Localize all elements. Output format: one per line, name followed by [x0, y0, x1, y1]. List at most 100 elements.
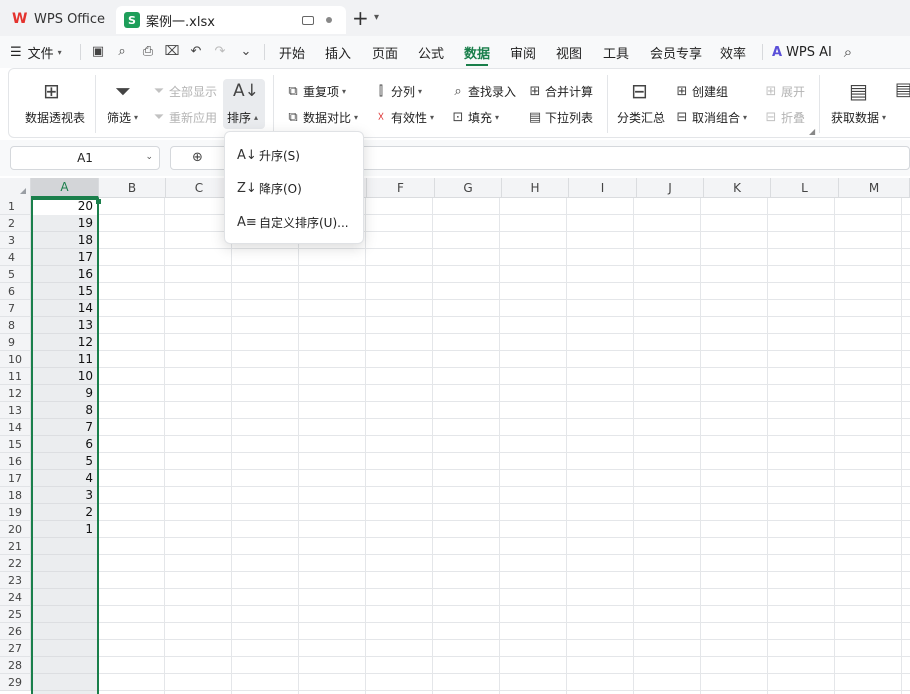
pivot-table-button[interactable]: 数据透视表: [25, 109, 85, 126]
row-header[interactable]: 6: [0, 283, 31, 300]
row-header[interactable]: 13: [0, 402, 31, 419]
tab-view[interactable]: 视图: [556, 36, 582, 68]
row-header[interactable]: 17: [0, 470, 31, 487]
tab-home[interactable]: 开始: [279, 36, 305, 68]
search-icon[interactable]: ⌕: [840, 44, 856, 60]
tab-insert[interactable]: 插入: [325, 36, 351, 68]
sort-button[interactable]: 排序 ▴: [227, 109, 258, 126]
select-all-corner[interactable]: [0, 178, 31, 198]
custom-sort-item[interactable]: A≡ 自定义排序(U)...: [225, 207, 365, 237]
new-tab-plus-icon[interactable]: +: [352, 8, 369, 28]
row-header[interactable]: 7: [0, 300, 31, 317]
row-header[interactable]: 20: [0, 521, 31, 538]
collapse-button[interactable]: ⊟ 折叠: [764, 109, 805, 126]
ungroup-button[interactable]: ⊟ 取消组合 ▾: [675, 109, 747, 126]
dialog-launcher-icon[interactable]: ◢: [809, 127, 815, 136]
column-header-c[interactable]: C: [166, 178, 233, 198]
tab-member[interactable]: 会员专享: [650, 36, 702, 68]
row-header[interactable]: 14: [0, 419, 31, 436]
row-header[interactable]: 19: [0, 504, 31, 521]
sort-icon[interactable]: A↓: [233, 81, 259, 101]
print-preview-icon[interactable]: ⌧: [164, 44, 180, 60]
row-header[interactable]: 25: [0, 606, 31, 623]
subtotal-button[interactable]: 分类汇总: [617, 109, 665, 126]
row-header[interactable]: 5: [0, 266, 31, 283]
tab-tools[interactable]: 工具: [603, 36, 629, 68]
fill-button[interactable]: ⊡ 填充 ▾: [451, 109, 499, 126]
get-data-icon[interactable]: ▤: [849, 79, 868, 103]
fill-handle[interactable]: [96, 199, 101, 204]
row-header[interactable]: 23: [0, 572, 31, 589]
file-menu[interactable]: ☰ 文件 ▾: [10, 36, 62, 68]
more-chevron-icon[interactable]: ⌄: [238, 44, 254, 60]
validity-button[interactable]: ☓ 有效性 ▾: [374, 109, 435, 126]
spreadsheet-grid[interactable]: A B C D E F G H I J K L M 12345678910111…: [0, 178, 910, 694]
row-header[interactable]: 10: [0, 351, 31, 368]
create-group-button[interactable]: ⊞ 创建组: [675, 83, 728, 100]
filter-icon[interactable]: ⏷: [115, 79, 131, 103]
column-header-m[interactable]: M: [839, 178, 910, 198]
file-tab[interactable]: S 案例一.xlsx: [116, 6, 346, 34]
column-header-k[interactable]: K: [704, 178, 771, 198]
column-header-l[interactable]: L: [771, 178, 839, 198]
row-header[interactable]: 9: [0, 334, 31, 351]
row-header[interactable]: 18: [0, 487, 31, 504]
show-all-button[interactable]: ⏷ 全部显示: [152, 83, 217, 100]
undo-icon[interactable]: ↶: [188, 44, 204, 60]
duplicates-button[interactable]: ⧉ 重复项 ▾: [286, 83, 346, 100]
row-header[interactable]: 12: [0, 385, 31, 402]
sort-descending-item[interactable]: Z↓ 降序(O): [225, 173, 365, 203]
name-box[interactable]: A1 ⌄: [10, 146, 160, 170]
tab-review[interactable]: 审阅: [510, 36, 536, 68]
split-column-button[interactable]: ⫿ 分列 ▾: [374, 83, 422, 100]
save-icon[interactable]: ▣: [90, 44, 106, 60]
column-header-h[interactable]: H: [502, 178, 569, 198]
wps-home-tab[interactable]: W WPS Office: [6, 6, 111, 32]
monitor-icon[interactable]: [302, 15, 314, 25]
row-header[interactable]: 11: [0, 368, 31, 385]
tab-page[interactable]: 页面: [372, 36, 398, 68]
more-data-icon[interactable]: ▤: [895, 79, 910, 100]
compare-button[interactable]: ⧉ 数据对比 ▾: [286, 109, 358, 126]
tab-data[interactable]: 数据: [464, 36, 490, 68]
row-header[interactable]: 8: [0, 317, 31, 334]
row-header[interactable]: 21: [0, 538, 31, 555]
consolidate-button[interactable]: ⊞ 合并计算: [528, 83, 593, 100]
dropdown-list-button[interactable]: ▤ 下拉列表: [528, 109, 593, 126]
subtotal-icon[interactable]: ⊟: [631, 79, 648, 103]
tab-formula[interactable]: 公式: [418, 36, 444, 68]
filter-button[interactable]: 筛选 ▾: [107, 109, 138, 126]
row-header[interactable]: 4: [0, 249, 31, 266]
row-header[interactable]: 27: [0, 640, 31, 657]
row-header[interactable]: 28: [0, 657, 31, 674]
wps-ai-button[interactable]: A WPS AI: [772, 36, 832, 68]
row-header[interactable]: 24: [0, 589, 31, 606]
reapply-button[interactable]: ⏷ 重新应用: [152, 109, 217, 126]
row-header[interactable]: 15: [0, 436, 31, 453]
row-header[interactable]: 29: [0, 674, 31, 691]
column-header-g[interactable]: G: [435, 178, 502, 198]
unsaved-dot-icon[interactable]: [326, 17, 332, 23]
row-header[interactable]: 1: [0, 198, 31, 215]
sort-ascending-item[interactable]: A↓ 升序(S): [225, 140, 365, 170]
row-header[interactable]: 22: [0, 555, 31, 572]
new-tab-chevron-icon[interactable]: ▾: [374, 12, 379, 23]
row-header[interactable]: 26: [0, 623, 31, 640]
column-header-b[interactable]: B: [99, 178, 166, 198]
zoom-icon[interactable]: ⊕: [192, 150, 203, 165]
get-data-button[interactable]: 获取数据 ▾: [831, 109, 886, 126]
column-header-f[interactable]: F: [367, 178, 435, 198]
row-header[interactable]: 2: [0, 215, 31, 232]
row-header[interactable]: 3: [0, 232, 31, 249]
print-icon[interactable]: ⎙: [140, 44, 156, 60]
column-header-i[interactable]: I: [569, 178, 637, 198]
column-header-a[interactable]: A: [31, 178, 99, 198]
column-header-j[interactable]: J: [637, 178, 704, 198]
lookup-entry-button[interactable]: ⌕ 查找录入: [451, 83, 516, 100]
tab-efficiency[interactable]: 效率: [720, 36, 746, 68]
expand-button[interactable]: ⊞ 展开: [764, 83, 805, 100]
row-header[interactable]: 16: [0, 453, 31, 470]
redo-icon[interactable]: ↷: [212, 44, 228, 60]
pivot-table-icon[interactable]: ⊞: [43, 79, 60, 103]
export-pdf-icon[interactable]: ⌕: [114, 44, 130, 60]
